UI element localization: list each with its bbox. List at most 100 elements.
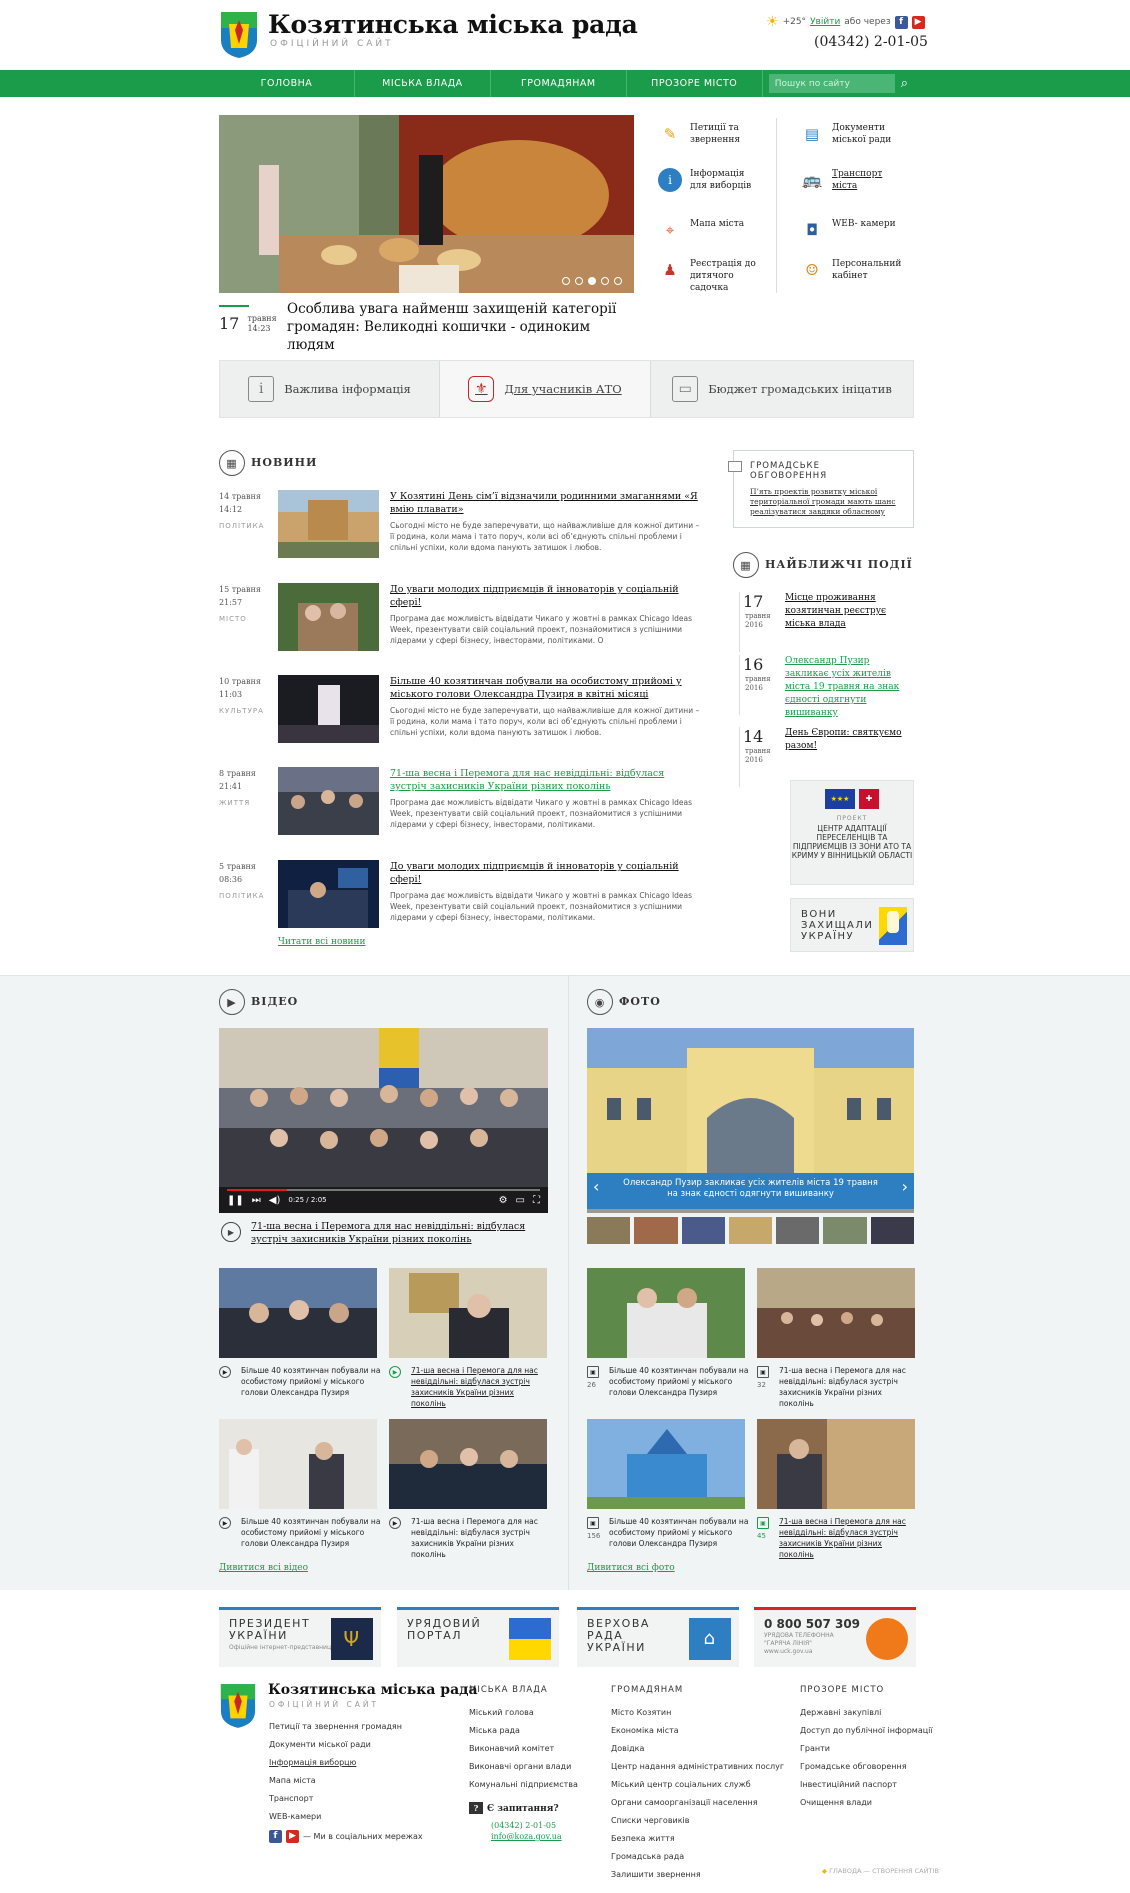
site-title[interactable]: Козятинська міська рада (268, 10, 638, 39)
news-thumbnail[interactable] (278, 583, 379, 651)
video-card[interactable]: ▶ Більше 40 козятинчан побували на особи… (219, 1419, 380, 1548)
photo-card-thumb[interactable] (587, 1268, 745, 1358)
see-all-photos-link[interactable]: Дивитися всі фото (587, 1563, 675, 1573)
news-thumbnail[interactable] (278, 767, 379, 835)
video-thumb[interactable] (389, 1419, 547, 1509)
facebook-icon[interactable]: f (894, 15, 908, 29)
photo-card[interactable]: ▣ 45 71-ша весна і Перемога для нас неві… (757, 1419, 915, 1559)
news-thumbnail[interactable] (278, 675, 379, 743)
photo-thumb[interactable] (776, 1217, 820, 1244)
read-all-news-link[interactable]: Читати всі новини (278, 937, 365, 947)
video-player[interactable]: ❚❚ ⏭ ◀) 0:25 / 2:05 ⚙ ▭ ⛶ (219, 1028, 548, 1213)
video-card-title[interactable]: 71-ша весна і Перемога для нас невідділь… (411, 1365, 551, 1409)
quick-link-transport[interactable]: 🚌 Транспорт міста (800, 168, 900, 192)
president-banner[interactable]: ПРЕЗИДЕНТ УКРАЇНИ Офіційне інтернет-пред… (219, 1607, 381, 1667)
footer-link[interactable]: Документи міської ради (269, 1736, 402, 1754)
volume-icon[interactable]: ◀) (269, 1195, 281, 1206)
login-link[interactable]: Увійти (810, 17, 840, 27)
tab-civic-budget[interactable]: ▭ Бюджет громадських ініцатив (651, 361, 913, 417)
slider-dot[interactable] (575, 277, 583, 285)
photo-thumb[interactable] (681, 1217, 725, 1244)
photo-card-thumb[interactable] (587, 1419, 745, 1509)
video-thumb[interactable] (219, 1268, 377, 1358)
footer-link[interactable]: Петиції та звернення громадян (269, 1718, 402, 1736)
footer-link[interactable]: Доступ до публічної інформації (800, 1722, 933, 1740)
footer-link[interactable]: Довідка (611, 1740, 784, 1758)
news-title-link[interactable]: 71-ша весна і Перемога для нас невідділь… (390, 767, 700, 793)
news-title-link[interactable]: У Козятині День сім’ї відзначили родинни… (390, 490, 700, 516)
news-title-link[interactable]: До уваги молодих підприємців й інноватор… (390, 860, 700, 886)
search-icon[interactable]: ⌕ (901, 76, 908, 91)
footer-link[interactable]: Виконавчий комітет (469, 1740, 578, 1758)
news-title-link[interactable]: До уваги молодих підприємців й інноватор… (390, 583, 700, 609)
photo-card[interactable]: ▣ 26 Більше 40 козятинчан побували на ос… (587, 1268, 748, 1397)
photo-card[interactable]: ▣ 32 71-ша весна і Перемога для нас неві… (757, 1268, 915, 1408)
footer-link[interactable]: Міський центр соціальних служб (611, 1776, 784, 1794)
video-card-title[interactable]: 71-ша весна і Перемога для нас невідділь… (411, 1516, 551, 1560)
city-coat-of-arms-logo[interactable] (219, 10, 259, 60)
photo-card-thumb[interactable] (757, 1268, 915, 1358)
footer-link[interactable]: Органи самоорганізації населення (611, 1794, 784, 1812)
footer-title[interactable]: Козятинська міська рада (268, 1682, 478, 1698)
news-title-link[interactable]: Більше 40 козятинчан побували на особист… (390, 675, 700, 701)
quick-link-personal-cabinet[interactable]: ☺ Персональний кабінет (800, 258, 901, 282)
photo-thumb[interactable] (587, 1217, 631, 1244)
footer-link[interactable]: Економіка міста (611, 1722, 784, 1740)
footer-link[interactable]: Міська рада (469, 1722, 578, 1740)
chevron-left-icon[interactable]: ‹ (593, 1179, 599, 1195)
photo-thumb[interactable] (823, 1217, 867, 1244)
footer-link[interactable]: Громадське обговорення (800, 1758, 933, 1776)
quick-link-petitions[interactable]: ✎ Петиції та звернення (658, 122, 758, 146)
public-discussion-box[interactable]: ГРОМАДСЬКЕ ОБГОВОРЕННЯ П’ять проектів ро… (728, 450, 914, 528)
slider-dot-active[interactable] (588, 277, 596, 285)
tab-important-info[interactable]: i Важлива інформація (220, 361, 440, 417)
see-all-videos-link[interactable]: Дивитися всі відео (219, 1563, 308, 1573)
photo-thumb[interactable] (870, 1217, 914, 1244)
video-thumb[interactable] (389, 1268, 547, 1358)
slider-dot[interactable] (614, 277, 622, 285)
hotline-banner[interactable]: 0 800 507 309 УРЯДОВА ТЕЛЕФОННА "ГАРЯЧА … (754, 1607, 916, 1667)
news-thumbnail[interactable] (278, 490, 379, 558)
photo-thumb[interactable] (728, 1217, 773, 1244)
footer-link[interactable]: Виконавчі органи влади (469, 1758, 578, 1776)
hero-headline[interactable]: Особлива увага найменш захищеній категор… (287, 300, 637, 354)
play-circle-icon[interactable]: ▶ (221, 1222, 241, 1242)
footer-link[interactable]: Транспорт (269, 1790, 402, 1808)
video-card[interactable]: ▶ Більше 40 козятинчан побували на особи… (219, 1268, 380, 1397)
photo-thumb[interactable] (634, 1217, 678, 1244)
facebook-icon[interactable]: f (269, 1830, 282, 1843)
footer-link[interactable]: Очищення влади (800, 1794, 933, 1812)
verkhovna-rada-banner[interactable]: ВЕРХОВА РАДА УКРАЇНИ ⌂ (577, 1607, 739, 1667)
quick-link-city-map[interactable]: ⌖ Мапа міста (658, 218, 758, 242)
settings-icon[interactable]: ⚙ (499, 1195, 508, 1206)
video-progress-bar[interactable] (227, 1189, 540, 1191)
event-title-link[interactable]: Олександр Пузир закликає усіх жителів мі… (785, 655, 915, 720)
video-card[interactable]: ▶ 71-ша весна і Перемога для нас невідді… (389, 1268, 547, 1408)
play-pause-icon[interactable]: ❚❚ (227, 1195, 244, 1206)
slider-dot[interactable] (601, 277, 609, 285)
nav-item-transparent-city[interactable]: ПРОЗОРЕ МІСТО (627, 70, 763, 97)
nav-item-city-authority[interactable]: МІСЬКА ВЛАДА (355, 70, 491, 97)
footer-link[interactable]: Інформація виборцю (269, 1754, 402, 1772)
ask-email-link[interactable]: info@koza.gov.ua (491, 1831, 562, 1842)
photo-card-title[interactable]: Більше 40 козятинчан побували на особист… (609, 1516, 749, 1549)
youtube-icon[interactable]: ▶ (286, 1830, 299, 1843)
video-thumb[interactable] (219, 1419, 377, 1509)
chevron-right-icon[interactable]: › (902, 1179, 908, 1195)
quick-link-documents[interactable]: ▤ Документи міської ради (800, 122, 900, 146)
nav-item-home[interactable]: ГОЛОВНА (219, 70, 355, 97)
footer-link[interactable]: Центр надання адміністративних послуг (611, 1758, 784, 1776)
footer-link[interactable]: Міський голова (469, 1704, 578, 1722)
footer-link[interactable]: Мапа міста (269, 1772, 402, 1790)
fullscreen-icon[interactable]: ⛶ (533, 1195, 540, 1206)
slider-dot[interactable] (562, 277, 570, 285)
photo-card-title[interactable]: Більше 40 козятинчан побували на особист… (609, 1365, 749, 1398)
footer-link[interactable]: Гранти (800, 1740, 933, 1758)
photo-card-thumb[interactable] (757, 1419, 915, 1509)
footer-link[interactable]: Інвестиційний паспорт (800, 1776, 933, 1794)
they-defended-ukraine-banner[interactable]: ВОНИ ЗАХИЩАЛИ УКРАЇНУ (790, 898, 914, 952)
nav-item-citizens[interactable]: ГРОМАДЯНАМ (491, 70, 627, 97)
tab-ato-participants[interactable]: ⚜ Для учасників АТО (440, 361, 651, 417)
photo-card-title[interactable]: 71-ша весна і Перемога для нас невідділь… (779, 1516, 919, 1560)
news-thumbnail[interactable] (278, 860, 379, 928)
